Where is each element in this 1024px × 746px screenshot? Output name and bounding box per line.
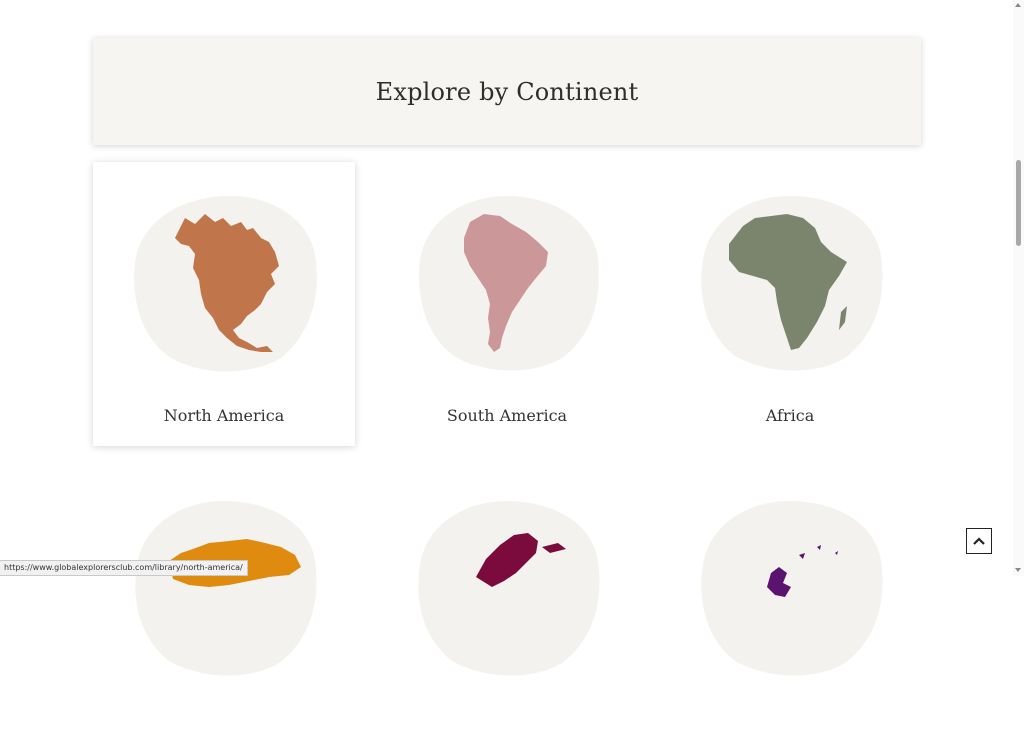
continent-card-south-america[interactable]: South America — [376, 162, 638, 446]
vertical-scrollbar[interactable] — [1013, 0, 1024, 576]
continent-card-europe[interactable] — [376, 462, 638, 746]
scroll-down-arrow-icon[interactable] — [1015, 568, 1021, 572]
continent-card-oceania[interactable] — [659, 462, 921, 746]
continent-label: South America — [446, 406, 568, 425]
page-title: Explore by Continent — [375, 77, 639, 106]
continent-label: Africa — [765, 406, 815, 425]
africa-map-icon — [701, 196, 883, 371]
oceania-map-icon — [701, 501, 883, 676]
continent-label: North America — [163, 406, 285, 425]
asia-map-icon — [135, 501, 317, 676]
continent-card-africa[interactable]: Africa — [659, 162, 921, 446]
europe-map-icon — [418, 501, 600, 676]
scroll-thumb[interactable] — [1016, 160, 1021, 246]
north-america-map-icon — [134, 195, 317, 372]
section-header: Explore by Continent — [93, 38, 921, 145]
south-america-map-icon — [419, 196, 599, 371]
continent-card-asia[interactable] — [93, 462, 355, 746]
status-bar-url: https://www.globalexplorersclub.com/libr… — [0, 560, 248, 576]
scroll-up-arrow-icon[interactable] — [1015, 3, 1021, 7]
chevron-up-icon — [973, 537, 985, 545]
back-to-top-button[interactable] — [966, 528, 992, 554]
continent-card-north-america[interactable]: North America — [93, 162, 355, 446]
